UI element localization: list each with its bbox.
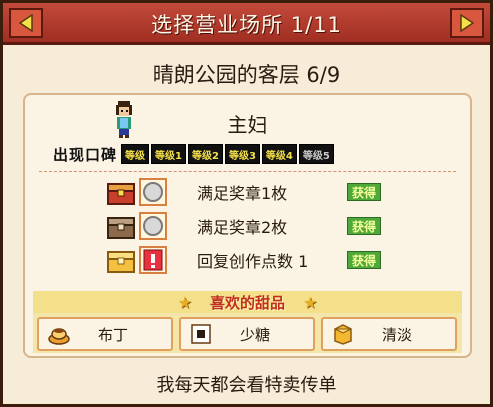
header-title: 选择营业场所 1/11 bbox=[151, 13, 342, 37]
low-sugar-icon bbox=[191, 324, 211, 344]
divider bbox=[39, 171, 456, 172]
customer-card: 主妇 出现口碑 等级 等级1 等级2 等级3 等级4 等级5 满足奖章1枚 获得 bbox=[23, 93, 472, 358]
favorite-sweets-header: ★ 喜欢的甜品 ★ bbox=[33, 291, 462, 313]
requirement-row: 满足奖章2枚 获得 bbox=[107, 211, 427, 241]
customer-layer-title: 晴朗公园的客层 6/9 bbox=[152, 63, 341, 87]
favorite-label: 少糖 bbox=[239, 325, 270, 344]
alert-icon bbox=[139, 246, 167, 274]
next-venue-button[interactable] bbox=[450, 8, 484, 38]
header-bar: 选择营业场所 1/11 bbox=[3, 3, 490, 45]
favorite-sweets-list: 布丁 少糖 清淡 bbox=[33, 313, 462, 353]
pudding-icon bbox=[48, 328, 70, 345]
favorite-sweets-title: 喜欢的甜品 bbox=[209, 293, 285, 312]
appear-rating-label: 出现口碑 bbox=[53, 145, 118, 164]
obtained-badge: 获得 bbox=[347, 183, 382, 201]
favorite-label: 布丁 bbox=[97, 325, 128, 344]
favorite-item-pudding[interactable]: 布丁 bbox=[37, 317, 173, 351]
level-badge: 等级 bbox=[121, 144, 150, 164]
arrow-left-icon bbox=[19, 14, 33, 32]
requirement-row: 满足奖章1枚 获得 bbox=[107, 177, 427, 207]
favorite-item-light[interactable]: 清淡 bbox=[321, 317, 457, 351]
favorite-label: 清淡 bbox=[381, 325, 412, 344]
requirement-text: 满足奖章1枚 bbox=[197, 184, 288, 203]
red-chest-icon bbox=[107, 183, 135, 205]
level-badge: 等级2 bbox=[187, 144, 223, 164]
obtained-badge: 获得 bbox=[347, 251, 382, 269]
favorite-item-low-sugar[interactable]: 少糖 bbox=[179, 317, 315, 351]
appear-rating-row: 出现口碑 等级 等级1 等级2 等级3 等级4 等级5 bbox=[53, 143, 336, 165]
gold-chest-icon bbox=[107, 251, 135, 273]
medal-icon bbox=[139, 212, 167, 240]
customer-name: 主妇 bbox=[227, 113, 268, 137]
star-icon: ★ bbox=[177, 292, 192, 312]
star-icon: ★ bbox=[303, 292, 318, 312]
obtained-badge: 获得 bbox=[347, 217, 382, 235]
level-badge: 等级3 bbox=[224, 144, 260, 164]
venue-select-window: 选择营业场所 1/11 晴朗公园的客层 6/9 主妇 出现口碑 等级 等级1 等… bbox=[0, 0, 493, 407]
brown-chest-icon bbox=[107, 217, 135, 239]
requirement-row: 回复创作点数 1 获得 bbox=[107, 245, 427, 275]
level-badge: 等级4 bbox=[261, 144, 297, 164]
requirement-text: 满足奖章2枚 bbox=[197, 218, 288, 237]
light-flavor-icon bbox=[334, 324, 352, 345]
requirement-text: 回复创作点数 1 bbox=[197, 252, 309, 271]
medal-icon bbox=[139, 178, 167, 206]
arrow-right-icon bbox=[460, 14, 474, 32]
prev-venue-button[interactable] bbox=[9, 8, 43, 38]
customer-quote: 我每天都会看特卖传单 bbox=[156, 375, 337, 396]
level-badge-locked: 等级5 bbox=[298, 144, 334, 164]
level-badge: 等级1 bbox=[151, 144, 186, 164]
